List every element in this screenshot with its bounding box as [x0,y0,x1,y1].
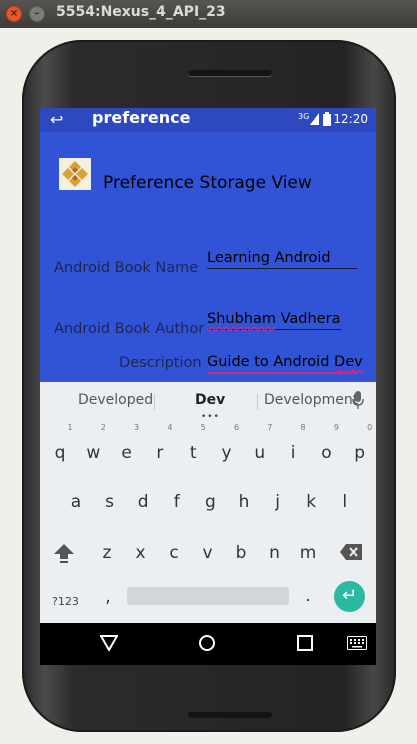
description-input[interactable]: Guide to Android Dev [207,354,363,374]
window-title: 5554:Nexus_4_API_23 [56,4,226,20]
earpiece-speaker [188,70,272,76]
key-v[interactable]: v [193,543,223,563]
device-screen: ↩ preference 3G 12:20 Preference Storage… [40,108,376,665]
description-text: Guide to Android [207,354,335,370]
app-title: preference [92,108,191,127]
window-minimize-button[interactable]: – [29,6,45,22]
key-g[interactable]: g [195,492,225,512]
book-name-input[interactable]: Learning Android [207,250,357,269]
key-t[interactable]: t [178,443,208,463]
key-w[interactable]: w [78,443,108,463]
key-u[interactable]: u [245,443,275,463]
key-k[interactable]: k [296,492,326,512]
app-logo [59,158,91,190]
space-key[interactable] [127,587,289,605]
key-hint-0: 0 [367,423,373,432]
backspace-icon[interactable] [340,544,362,560]
sim-icon [310,113,319,125]
key-hint-8: 8 [300,423,306,432]
book-name-label: Android Book Name [54,260,199,276]
key-z[interactable]: z [92,543,122,563]
soft-keyboard: Developed Dev ••• Development 1 q 2 w 3 e 4 r 5 t… [40,382,376,623]
key-hint-2: 2 [100,423,106,432]
author-rest: Vadhera [276,311,341,327]
key-e[interactable]: e [112,443,142,463]
status-bar: ↩ preference 3G 12:20 [40,108,376,132]
author-first-word: Shubham [207,311,276,327]
key-h[interactable]: h [229,492,259,512]
comma-key[interactable]: , [93,587,123,607]
key-p[interactable]: p [345,443,375,463]
key-i[interactable]: i [278,443,308,463]
signal-icon: 3G [298,112,310,121]
suggestion-left[interactable]: Developed [78,392,153,408]
key-f[interactable]: f [162,492,192,512]
page-heading: Preference Storage View [103,173,312,193]
key-b[interactable]: b [226,543,256,563]
key-s[interactable]: s [95,492,125,512]
nav-recents-icon[interactable] [297,635,313,651]
key-hint-9: 9 [333,423,339,432]
key-d[interactable]: d [128,492,158,512]
key-c[interactable]: c [159,543,189,563]
description-label: Description [119,355,202,371]
key-hint-4: 4 [167,423,173,432]
key-r[interactable]: r [145,443,175,463]
key-x[interactable]: x [126,543,156,563]
key-n[interactable]: n [260,543,290,563]
nav-back-icon[interactable] [100,635,118,651]
key-m[interactable]: m [293,543,323,563]
more-suggestions-dots[interactable]: ••• [201,412,220,422]
book-author-input[interactable]: Shubham Vadhera [207,311,342,330]
description-composing-word: Dev [334,354,363,370]
key-hint-3: 3 [134,423,140,432]
suggestion-divider [257,394,258,410]
status-time: 12:20 [333,112,368,126]
nav-home-icon[interactable] [198,634,216,652]
key-l[interactable]: l [330,492,360,512]
keyboard-icon[interactable] [347,636,367,650]
suggestion-right[interactable]: Development [264,392,358,408]
back-arrow-icon[interactable]: ↩ [50,110,63,129]
enter-icon[interactable]: ↵ [334,581,365,612]
key-y[interactable]: y [212,443,242,463]
key-a[interactable]: a [61,492,91,512]
window-close-button[interactable]: × [6,6,22,22]
key-hint-1: 1 [67,423,73,432]
key-hint-5: 5 [200,423,206,432]
key-q[interactable]: q [45,443,75,463]
mic-icon[interactable] [352,391,364,409]
key-o[interactable]: o [311,443,341,463]
key-hint-6: 6 [233,423,240,432]
suggestion-divider [154,394,155,410]
symbols-key[interactable]: ?123 [52,595,79,608]
period-key[interactable]: . [293,586,323,606]
shift-icon[interactable] [53,542,75,564]
navigation-bar [40,623,376,665]
book-author-label: Android Book Author [54,321,205,337]
suggestion-center[interactable]: Dev [195,392,225,408]
key-hint-7: 7 [267,423,273,432]
key-j[interactable]: j [263,492,293,512]
bottom-speaker [188,712,272,718]
window-titlebar: × – 5554:Nexus_4_API_23 [0,0,417,28]
battery-icon [323,112,331,126]
